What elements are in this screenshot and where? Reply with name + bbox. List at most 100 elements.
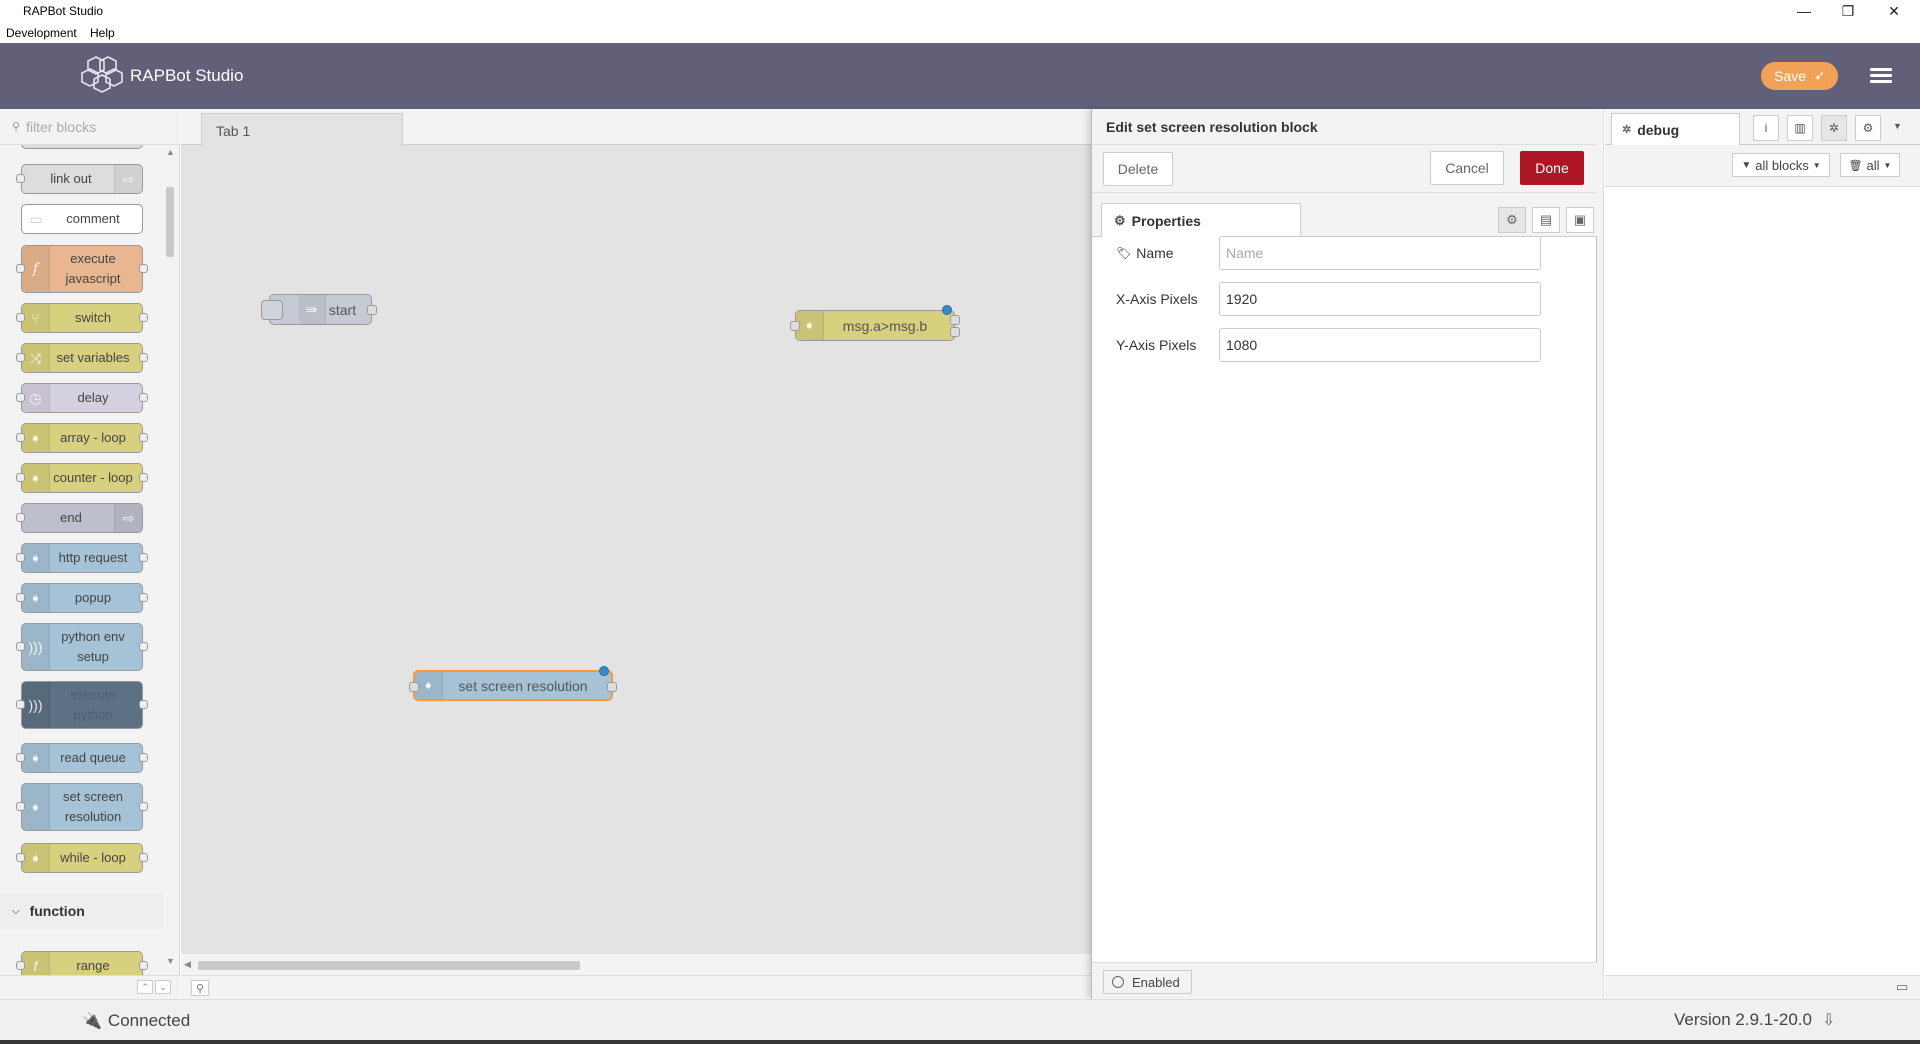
- input-port[interactable]: [16, 433, 25, 442]
- palette-node-set-screen-resolution[interactable]: ➧ set screen resolution: [16, 783, 148, 831]
- input-port[interactable]: [16, 473, 25, 482]
- palette-node-set-variables[interactable]: ⤨ set variables: [16, 343, 148, 373]
- category-function[interactable]: ⌵ function: [0, 893, 163, 929]
- output-port[interactable]: [139, 553, 148, 562]
- tab-1[interactable]: Tab 1: [201, 113, 403, 146]
- palette-scrollbar[interactable]: ▲ ▼: [163, 145, 177, 967]
- workspace-hscrollbar[interactable]: ◀: [181, 954, 1091, 975]
- book-icon[interactable]: ▥: [1787, 115, 1813, 141]
- palette-node-read-queue[interactable]: ➧ read queue: [16, 743, 148, 773]
- inject-button-icon[interactable]: [261, 300, 283, 320]
- workspace-node-start[interactable]: ⇛ start: [261, 294, 377, 325]
- output-port[interactable]: [139, 853, 148, 862]
- collapse-all-icon[interactable]: ⌃: [137, 980, 153, 994]
- minimize-button[interactable]: —: [1782, 0, 1826, 22]
- download-icon[interactable]: ⇩: [1822, 1010, 1835, 1030]
- input-port[interactable]: [16, 642, 25, 651]
- palette-node-python-env-setup[interactable]: ))) python env setup: [16, 623, 148, 671]
- palette-node-switch[interactable]: ⑂ switch: [16, 303, 148, 333]
- workspace-node-set-screen-resolution[interactable]: ➧ set screen resolution: [409, 666, 617, 701]
- palette-node-execute-javascript[interactable]: f execute javascript: [16, 245, 148, 293]
- appearance-icon[interactable]: ▣: [1566, 207, 1594, 233]
- name-input[interactable]: [1219, 236, 1541, 270]
- done-button[interactable]: Done: [1520, 151, 1584, 185]
- output-port[interactable]: [139, 353, 148, 362]
- flow-canvas[interactable]: ⇛ start ➧ msg.a>msg.b ➧ set screen resol…: [181, 146, 1091, 954]
- input-port[interactable]: [16, 353, 25, 362]
- output-port[interactable]: [139, 313, 148, 322]
- gear-icon[interactable]: ⚙: [1498, 207, 1526, 233]
- filter-blocks-dropdown[interactable]: ▼ all blocks ▼: [1732, 153, 1830, 177]
- input-port[interactable]: [16, 553, 25, 562]
- output-port[interactable]: [139, 802, 148, 811]
- menu-development[interactable]: Development: [6, 26, 77, 40]
- input-port[interactable]: [16, 593, 25, 602]
- input-port[interactable]: [16, 853, 25, 862]
- output-port[interactable]: [139, 593, 148, 602]
- hamburger-menu-icon[interactable]: [1870, 65, 1892, 87]
- bug-icon[interactable]: ✲: [1821, 115, 1847, 141]
- scroll-down-icon[interactable]: ▼: [166, 956, 175, 966]
- enabled-toggle[interactable]: Enabled: [1103, 970, 1192, 994]
- output-port-2[interactable]: [950, 327, 960, 337]
- palette-node-counter-loop[interactable]: ➧ counter - loop: [16, 463, 148, 493]
- palette-scroll-area[interactable]: link out ⇨ ▭ comment f execute javascrip…: [0, 145, 180, 985]
- scroll-thumb[interactable]: [166, 187, 174, 257]
- close-window-button[interactable]: ✕: [1872, 0, 1916, 22]
- input-port[interactable]: [16, 264, 25, 273]
- palette-node-http-request[interactable]: ➧ http request: [16, 543, 148, 573]
- menu-help[interactable]: Help: [90, 26, 115, 40]
- palette-node-popup[interactable]: ➧ popup: [16, 583, 148, 613]
- delete-button[interactable]: Delete: [1103, 152, 1173, 186]
- output-port[interactable]: [367, 305, 377, 315]
- output-port[interactable]: [139, 753, 148, 762]
- workspace-node-msg-a-b[interactable]: ➧ msg.a>msg.b: [790, 305, 960, 341]
- output-port-1[interactable]: [950, 315, 960, 325]
- input-port[interactable]: [16, 700, 25, 709]
- input-port[interactable]: [16, 393, 25, 402]
- input-port[interactable]: [16, 313, 25, 322]
- output-port[interactable]: [139, 961, 148, 970]
- info-icon[interactable]: i: [1753, 115, 1779, 141]
- palette-node-delay[interactable]: ◷ delay: [16, 383, 148, 413]
- scroll-left-icon[interactable]: ◀: [184, 959, 191, 970]
- palette-node-end[interactable]: end ⇨: [16, 503, 143, 533]
- palette-filter[interactable]: ⚲ filter blocks: [0, 109, 180, 145]
- input-port[interactable]: [16, 174, 25, 183]
- palette-node-execute-python[interactable]: ))) execute python: [16, 681, 148, 729]
- save-button[interactable]: Save ➶: [1761, 62, 1838, 90]
- restore-button[interactable]: ❐: [1826, 0, 1870, 22]
- input-port[interactable]: [16, 802, 25, 811]
- gear-icon[interactable]: ⚙: [1855, 115, 1881, 141]
- y-axis-input[interactable]: [1219, 328, 1541, 362]
- input-port[interactable]: [409, 682, 419, 692]
- output-port[interactable]: [139, 264, 148, 273]
- cancel-button[interactable]: Cancel: [1430, 151, 1504, 185]
- scroll-thumb[interactable]: [198, 961, 580, 970]
- output-port[interactable]: [139, 700, 148, 709]
- x-axis-input[interactable]: [1219, 282, 1541, 316]
- input-port[interactable]: [16, 753, 25, 762]
- palette-node-array-loop[interactable]: ➧ array - loop: [16, 423, 148, 453]
- tab-debug[interactable]: ✲ debug: [1611, 113, 1740, 146]
- palette-node-comment[interactable]: ▭ comment: [21, 204, 143, 234]
- input-port[interactable]: [16, 513, 25, 522]
- output-port[interactable]: [139, 642, 148, 651]
- scroll-up-icon[interactable]: ▲: [166, 147, 175, 157]
- input-port[interactable]: [16, 961, 25, 970]
- clear-dropdown[interactable]: 🗑 all ▼: [1840, 153, 1900, 177]
- palette-node-link-out[interactable]: link out ⇨: [16, 164, 143, 194]
- expand-all-icon[interactable]: ⌄: [155, 980, 171, 994]
- output-port[interactable]: [607, 682, 617, 692]
- palette-node-while-loop[interactable]: ➧ while - loop: [16, 843, 148, 873]
- search-icon[interactable]: ⚲: [191, 980, 209, 996]
- document-icon[interactable]: ▤: [1532, 207, 1560, 233]
- sidebar-resize-handle[interactable]: [1597, 109, 1604, 999]
- input-port[interactable]: [790, 321, 800, 331]
- palette-node-partial[interactable]: [21, 145, 143, 149]
- tab-properties[interactable]: ⚙ Properties: [1101, 203, 1301, 238]
- chevron-down-icon[interactable]: ▼: [1893, 121, 1902, 131]
- monitor-icon[interactable]: ▭: [1896, 979, 1908, 995]
- output-port[interactable]: [139, 433, 148, 442]
- output-port[interactable]: [139, 393, 148, 402]
